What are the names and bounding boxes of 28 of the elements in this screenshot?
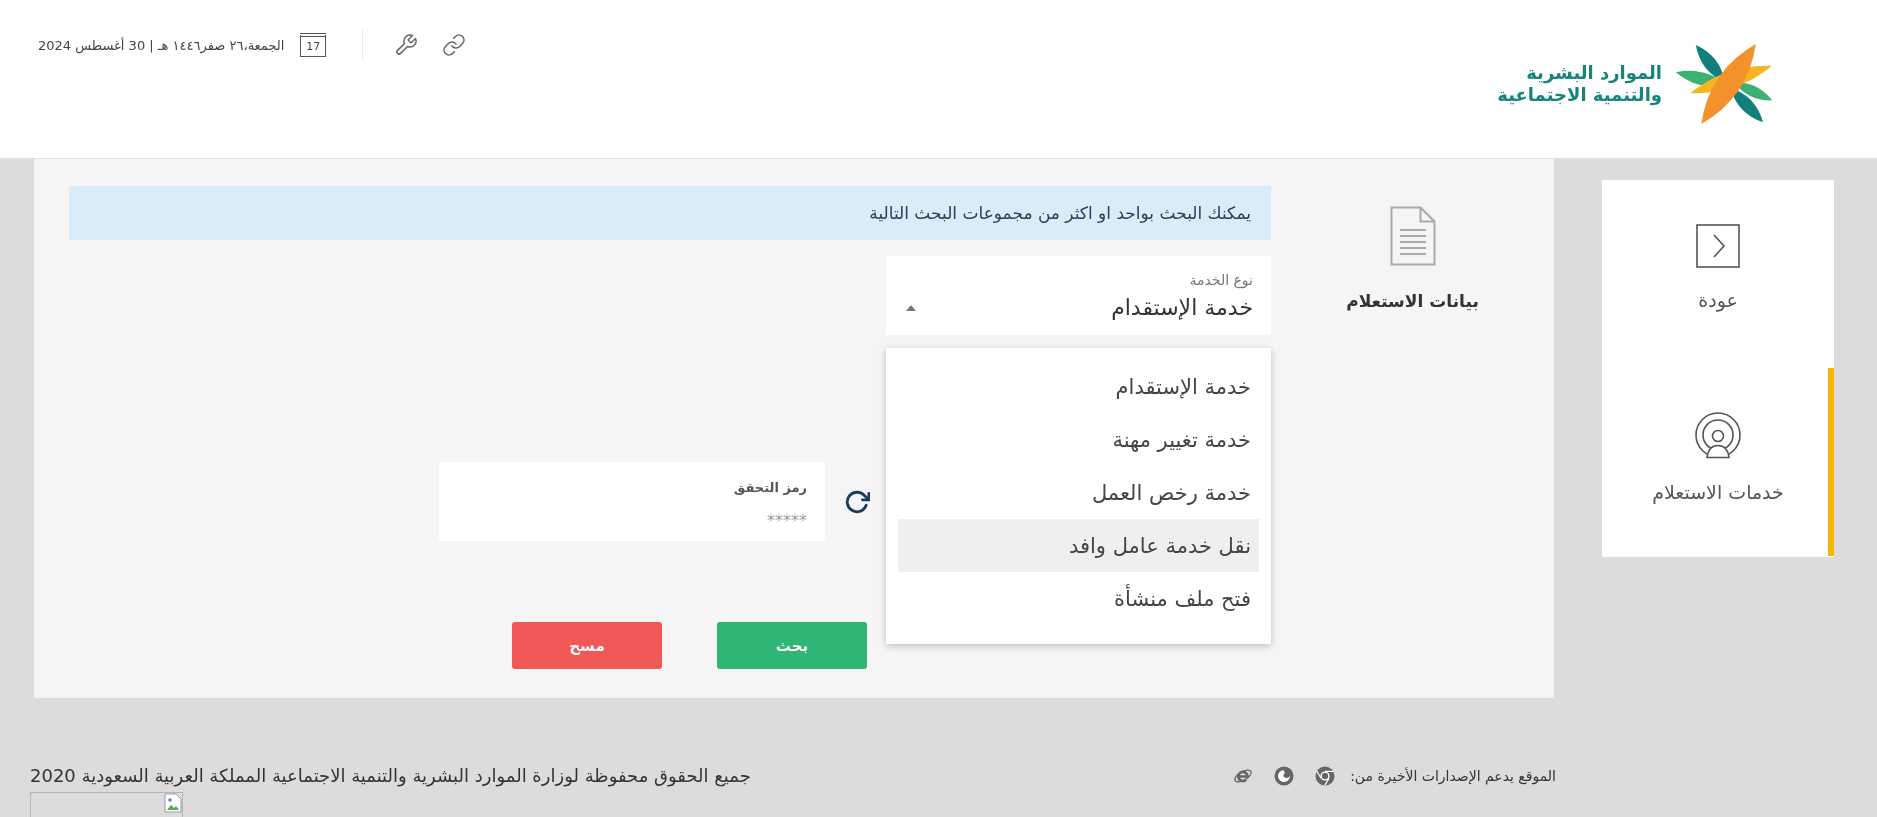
select-value: خدمة الإستقدام bbox=[1111, 294, 1253, 322]
date-text: الجمعة،٢٦ صفر١٤٤٦ هـ | 30 أغسطس 2024 bbox=[38, 37, 285, 53]
calendar-icon: 17 bbox=[300, 33, 327, 57]
dropdown-option[interactable]: فتح ملف منشأة bbox=[898, 572, 1259, 625]
person-signal-icon bbox=[1694, 412, 1742, 460]
link-icon[interactable] bbox=[442, 33, 467, 57]
chevron-box-icon bbox=[1696, 224, 1740, 268]
refresh-icon[interactable] bbox=[844, 488, 870, 515]
browser-icon bbox=[1315, 766, 1336, 786]
dropdown-option[interactable]: خدمة تغيير مهنة bbox=[898, 413, 1259, 466]
service-type-select[interactable]: نوع الخدمة خدمة الإستقدام bbox=[886, 256, 1271, 335]
sidebar-item[interactable]: عودة bbox=[1602, 180, 1834, 368]
browser-icon bbox=[1274, 766, 1295, 786]
document-icon bbox=[1389, 206, 1436, 266]
broken-image-icon bbox=[164, 793, 182, 813]
dropdown-option[interactable]: خدمة الإستقدام bbox=[898, 360, 1259, 413]
wrench-icon[interactable] bbox=[394, 33, 419, 57]
section-title: بيانات الاستعلام bbox=[1346, 290, 1479, 312]
info-message: يمكنك البحث بواحد او اكثر من مجموعات البحث التالية bbox=[69, 186, 1271, 240]
browser-support-text: الموقع يدعم الإصدارات الأخيرة من: bbox=[1350, 768, 1556, 784]
logo-text: الموارد البشرية bbox=[1526, 62, 1662, 84]
field-label: نوع الخدمة bbox=[1189, 271, 1253, 289]
dropdown-option[interactable]: خدمة رخص العمل bbox=[898, 466, 1259, 519]
field-label: رمز التحقق bbox=[733, 480, 807, 496]
dropdown-option[interactable]: نقل خدمة عامل وافد bbox=[898, 519, 1259, 572]
sidebar-item[interactable]: خدمات الاستعلام bbox=[1602, 368, 1834, 556]
copyright-text: جميع الحقوق محفوظة لوزارة الموارد البشرية والتنمية الاجتماعية المملكة العربية السعودية 2020 bbox=[30, 765, 751, 787]
logo-text: والتنمية الاجتماعية bbox=[1497, 84, 1662, 106]
